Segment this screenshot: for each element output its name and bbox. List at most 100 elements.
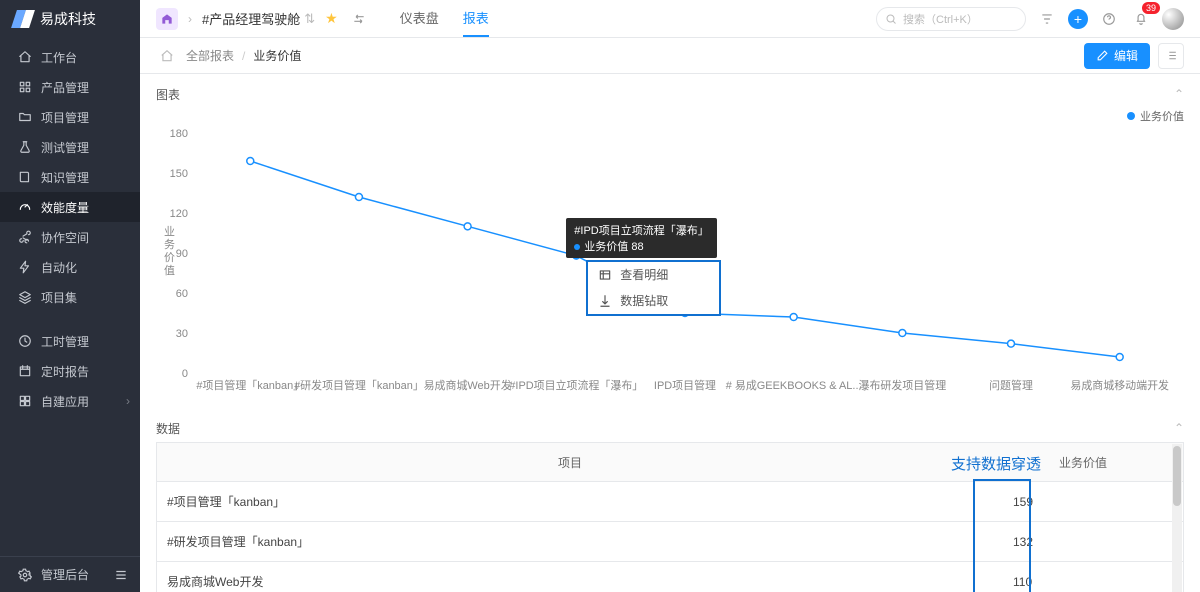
svg-text:务: 务: [164, 238, 175, 251]
data-section-title: 数据: [156, 420, 180, 437]
folder-icon: [18, 110, 32, 124]
main: › #产品经理驾驶舱 ⇅ ★ 仪表盘报表 搜索（Ctrl+K） + 39 全部报…: [140, 0, 1200, 592]
notifications-icon[interactable]: 39: [1130, 8, 1152, 30]
breadcrumb[interactable]: #产品经理驾驶舱 ⇅: [202, 9, 315, 28]
th-value: 业务价值: [983, 454, 1183, 471]
tab-0[interactable]: 仪表盘: [400, 0, 439, 37]
svg-text:易成商城移动端开发: 易成商城移动端开发: [1070, 378, 1169, 392]
sidebar-item-folder[interactable]: 项目管理: [0, 102, 140, 132]
sidebar-item-grid[interactable]: 产品管理: [0, 72, 140, 102]
sidebar-item-share[interactable]: 协作空间: [0, 222, 140, 252]
svg-text:业: 业: [164, 225, 175, 238]
chart-tooltip: #IPD项目立项流程「瀑布」 业务价值 88: [566, 218, 716, 258]
chart[interactable]: 业务价值 0306090120150180业务价值#项目管理「kanban」#研…: [156, 108, 1184, 408]
th-project: 项目: [157, 454, 983, 471]
edit-button[interactable]: 编辑: [1084, 43, 1150, 69]
cell-value[interactable]: 159: [983, 495, 1183, 509]
sidebar-item-label: 协作空间: [41, 229, 89, 246]
scrollbar-thumb[interactable]: [1173, 446, 1181, 506]
sidebar-item-bolt[interactable]: 自动化: [0, 252, 140, 282]
topbar: › #产品经理驾驶舱 ⇅ ★ 仪表盘报表 搜索（Ctrl+K） + 39: [140, 0, 1200, 38]
svg-text:#项目管理「kanban」: #项目管理「kanban」: [196, 378, 304, 392]
share-icon: [18, 230, 32, 244]
tab-1[interactable]: 报表: [463, 0, 489, 37]
gauge-icon: [18, 200, 32, 214]
svg-text:120: 120: [170, 208, 188, 220]
workspace-icon[interactable]: [156, 8, 178, 30]
svg-text:# 易成GEEKBOOKS & AL...: # 易成GEEKBOOKS & AL...: [726, 379, 862, 392]
brand-name: 易成科技: [40, 9, 96, 29]
list-view-button[interactable]: [1158, 43, 1184, 69]
svg-text:IPD项目管理: IPD项目管理: [654, 378, 716, 392]
tabset: 仪表盘报表: [400, 0, 489, 37]
sidebar-item-label: 产品管理: [41, 79, 89, 96]
sidebar-item-gauge[interactable]: 效能度量: [0, 192, 140, 222]
breadcrumb-root[interactable]: 全部报表: [186, 47, 234, 64]
legend-dot-icon: [1127, 112, 1135, 120]
breadcrumb-current: 业务价值: [253, 47, 301, 64]
edit-button-label: 编辑: [1114, 47, 1138, 64]
filter-icon[interactable]: [1036, 8, 1058, 30]
svg-text:90: 90: [176, 248, 188, 260]
svg-text:180: 180: [170, 128, 188, 140]
svg-text:问题管理: 问题管理: [989, 378, 1033, 392]
data-table: 项目 业务价值 #项目管理「kanban」159#研发项目管理「kanban」1…: [156, 442, 1184, 592]
chevron-right-icon: ›: [188, 12, 192, 26]
sidebar-item-flask[interactable]: 测试管理: [0, 132, 140, 162]
chart-section-header: 图表 ⌃: [156, 80, 1184, 108]
sidebar-item-label: 自动化: [41, 259, 77, 276]
table-row[interactable]: #研发项目管理「kanban」132: [157, 521, 1183, 561]
chart-collapse-icon[interactable]: ⌃: [1174, 87, 1184, 101]
add-button[interactable]: +: [1068, 9, 1088, 29]
sidebar-item-app[interactable]: 自建应用 ›: [0, 386, 140, 416]
sidebar-item-clock[interactable]: 工时管理: [0, 326, 140, 356]
sidebar-item-label: 工时管理: [41, 333, 89, 350]
gear-icon: [18, 568, 32, 582]
detail-icon: [598, 268, 612, 282]
context-menu-item-0[interactable]: 查看明细: [588, 262, 719, 288]
chart-legend: 业务价值: [1127, 108, 1184, 124]
cell-project: 易成商城Web开发: [157, 573, 983, 590]
table-row[interactable]: #项目管理「kanban」159: [157, 481, 1183, 521]
grid-icon: [18, 80, 32, 94]
sidebar-item-calendar[interactable]: 定时报告: [0, 356, 140, 386]
tooltip-title: #IPD项目立项流程「瀑布」: [574, 222, 708, 238]
brand[interactable]: 易成科技: [0, 0, 140, 38]
sidebar-footer-label: 管理后台: [41, 566, 89, 583]
star-icon[interactable]: ★: [325, 10, 338, 27]
sidebar-item-label: 定时报告: [41, 363, 89, 380]
breadcrumb-bar: 全部报表 / 业务价值 编辑: [140, 38, 1200, 74]
cell-value[interactable]: 132: [983, 535, 1183, 549]
sidebar-footer[interactable]: 管理后台: [0, 556, 140, 592]
avatar[interactable]: [1162, 8, 1184, 30]
help-icon[interactable]: [1098, 8, 1120, 30]
data-collapse-icon[interactable]: ⌃: [1174, 421, 1184, 435]
home-icon[interactable]: [156, 45, 178, 67]
sidebar-item-label: 知识管理: [41, 169, 89, 186]
sidebar-item-home[interactable]: 工作台: [0, 42, 140, 72]
table-scrollbar[interactable]: [1172, 444, 1182, 592]
content: 图表 ⌃ 业务价值 0306090120150180业务价值#项目管理「kanb…: [140, 74, 1200, 592]
sidebar-item-label: 项目集: [41, 289, 77, 306]
collapse-sidebar-icon[interactable]: [114, 568, 128, 582]
chevron-right-icon: ›: [126, 394, 130, 408]
clock-icon: [18, 334, 32, 348]
context-menu-item-1[interactable]: 数据钻取: [588, 288, 719, 314]
drill-icon: [598, 294, 612, 308]
sidebar-item-label: 效能度量: [41, 199, 89, 216]
swap-icon[interactable]: [348, 8, 370, 30]
sidebar-item-book[interactable]: 知识管理: [0, 162, 140, 192]
svg-text:价: 价: [164, 251, 175, 264]
sidebar-item-label: 自建应用: [41, 393, 89, 410]
table-row[interactable]: 易成商城Web开发110: [157, 561, 1183, 592]
tooltip-value: 88: [631, 241, 643, 253]
sidebar-nav: 工作台产品管理项目管理测试管理知识管理效能度量协作空间自动化项目集工时管理定时报…: [0, 38, 140, 556]
pencil-icon: [1096, 49, 1109, 62]
search-input[interactable]: 搜索（Ctrl+K）: [876, 7, 1026, 31]
tooltip-metric: 业务价值: [584, 241, 628, 253]
cell-value[interactable]: 110: [983, 575, 1183, 589]
svg-text:易成商城Web开发: 易成商城Web开发: [424, 378, 512, 392]
legend-label: 业务价值: [1140, 108, 1184, 124]
bolt-icon: [18, 260, 32, 274]
sidebar-item-layers[interactable]: 项目集: [0, 282, 140, 312]
